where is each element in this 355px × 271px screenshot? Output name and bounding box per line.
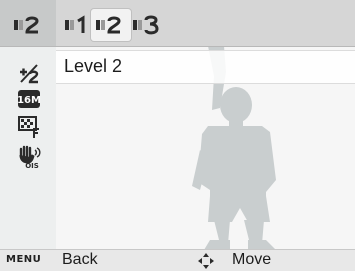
dpad-icon	[198, 253, 214, 269]
sharpness-level-2-icon[interactable]	[91, 9, 131, 41]
back-label[interactable]: Back	[62, 251, 98, 269]
selected-option-row: Level 2	[56, 50, 355, 84]
option-label: Level 2	[64, 56, 123, 76]
svg-text:16M: 16M	[17, 95, 41, 106]
quality-fine-icon[interactable]	[16, 114, 42, 140]
move-label: Move	[232, 251, 272, 268]
sharpness-level-2-icon[interactable]	[9, 8, 49, 42]
guide-bar: MENU Back Move	[0, 249, 355, 271]
svg-text:OIS: OIS	[25, 162, 39, 169]
camera-screen: 16M OIS Level 2 MENU Back Move	[0, 0, 355, 271]
option-tab-bar	[0, 0, 355, 47]
sharpness-level-3-icon[interactable]	[128, 8, 168, 42]
resolution-16m-icon[interactable]: 16M	[16, 86, 42, 112]
ois-stabilizer-icon[interactable]: OIS	[16, 143, 42, 169]
exposure-compensation-icon[interactable]	[16, 60, 42, 86]
menu-key-label[interactable]: MENU	[6, 254, 41, 265]
